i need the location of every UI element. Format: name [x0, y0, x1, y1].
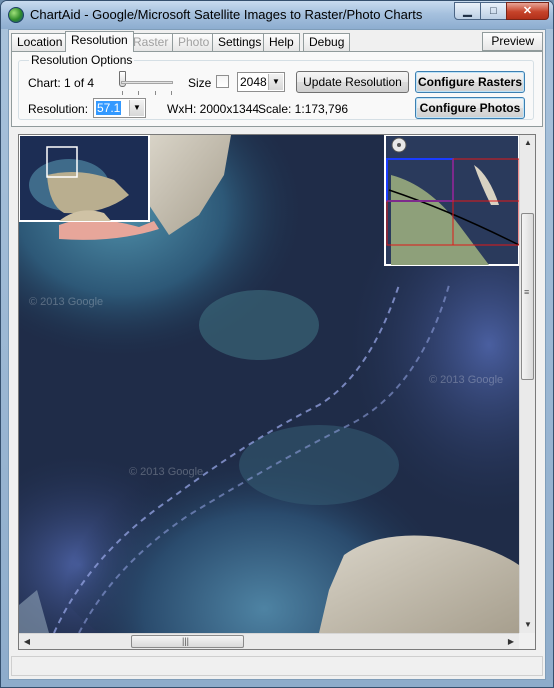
tab-help[interactable]: Help	[263, 33, 300, 51]
map-watermark: © 2013 Google	[29, 296, 103, 308]
app-window: ChartAid - Google/Microsoft Satellite Im…	[0, 0, 554, 688]
tab-settings[interactable]: Settings	[212, 33, 268, 51]
status-bar	[11, 656, 543, 676]
vertical-scroll-thumb[interactable]: ≡	[521, 213, 534, 380]
overview-inset[interactable]	[19, 135, 150, 222]
grid-inset[interactable]	[384, 135, 519, 266]
scroll-up-icon[interactable]: ▲	[520, 135, 535, 151]
chevron-down-icon[interactable]: ▼	[129, 100, 144, 116]
scale-readout: Scale: 1:173,796	[258, 102, 349, 116]
resolution-panel: Resolution Options Chart: 1 of 4 Size 20…	[11, 51, 543, 127]
scroll-down-icon[interactable]: ▼	[520, 617, 535, 633]
tab-debug[interactable]: Debug	[303, 33, 351, 51]
size-value: 2048	[240, 75, 267, 89]
chevron-down-icon[interactable]: ▼	[268, 74, 283, 90]
globe-icon	[8, 7, 24, 23]
map-watermark: © 2013 Google	[129, 466, 203, 478]
maximize-button[interactable]: □	[480, 2, 507, 20]
dimensions-readout: WxH: 2000x1344	[167, 102, 260, 116]
chart-slider-thumb[interactable]	[119, 71, 126, 87]
tab-location[interactable]: Location	[11, 33, 69, 51]
window-title: ChartAid - Google/Microsoft Satellite Im…	[30, 7, 423, 22]
tab-resolution[interactable]: Resolution	[65, 31, 134, 52]
scroll-right-icon[interactable]: ▶	[503, 634, 519, 649]
size-label: Size	[188, 76, 212, 90]
horizontal-scrollbar[interactable]: ◀ ||| ▶	[19, 633, 519, 649]
slider-tick	[138, 91, 139, 95]
preview-button[interactable]: Preview	[482, 32, 543, 51]
chart-label: Chart: 1 of 4	[28, 76, 95, 90]
slider-tick	[171, 91, 172, 95]
resolution-dropdown[interactable]: 57.1 ▼	[93, 98, 146, 118]
satellite-map-graphic: © 2013 Google © 2013 Google © 2013 Googl…	[19, 135, 519, 633]
slider-tick	[155, 91, 156, 95]
chart-slider[interactable]	[121, 81, 173, 84]
configure-rasters-button[interactable]: Configure Rasters	[415, 71, 525, 93]
scroll-corner	[519, 633, 535, 649]
close-button[interactable]: ✕	[506, 2, 549, 20]
resolution-label: Resolution:	[28, 102, 89, 116]
title-bar[interactable]: ChartAid - Google/Microsoft Satellite Im…	[1, 1, 553, 29]
size-dropdown[interactable]: 2048 ▼	[237, 72, 285, 92]
satellite-image[interactable]: © 2013 Google © 2013 Google © 2013 Googl…	[19, 135, 519, 633]
update-resolution-button[interactable]: Update Resolution	[296, 71, 409, 93]
client-area: Location Resolution Raster Photo Setting…	[8, 29, 546, 680]
size-checkbox[interactable]	[216, 75, 229, 88]
scroll-left-icon[interactable]: ◀	[19, 634, 35, 649]
group-title: Resolution Options	[29, 53, 135, 67]
grip-icon: ≡	[524, 287, 530, 297]
map-viewport[interactable]: © 2013 Google © 2013 Google © 2013 Googl…	[18, 134, 536, 650]
resolution-options-group: Resolution Options Chart: 1 of 4 Size 20…	[18, 53, 534, 120]
configure-photos-button[interactable]: Configure Photos	[415, 97, 525, 119]
resolution-value: 57.1	[96, 101, 122, 115]
map-watermark: © 2013 Google	[429, 374, 503, 386]
tab-raster: Raster	[127, 33, 175, 51]
minimize-button[interactable]: ▁	[454, 2, 481, 20]
tab-strip: Location Resolution Raster Photo Setting…	[11, 31, 543, 52]
vertical-scrollbar[interactable]: ▲ ≡ ▼	[519, 135, 535, 633]
horizontal-scroll-thumb[interactable]: |||	[131, 635, 244, 648]
slider-tick	[122, 91, 123, 95]
grip-icon: |||	[182, 636, 190, 646]
tab-photo: Photo	[172, 33, 216, 51]
